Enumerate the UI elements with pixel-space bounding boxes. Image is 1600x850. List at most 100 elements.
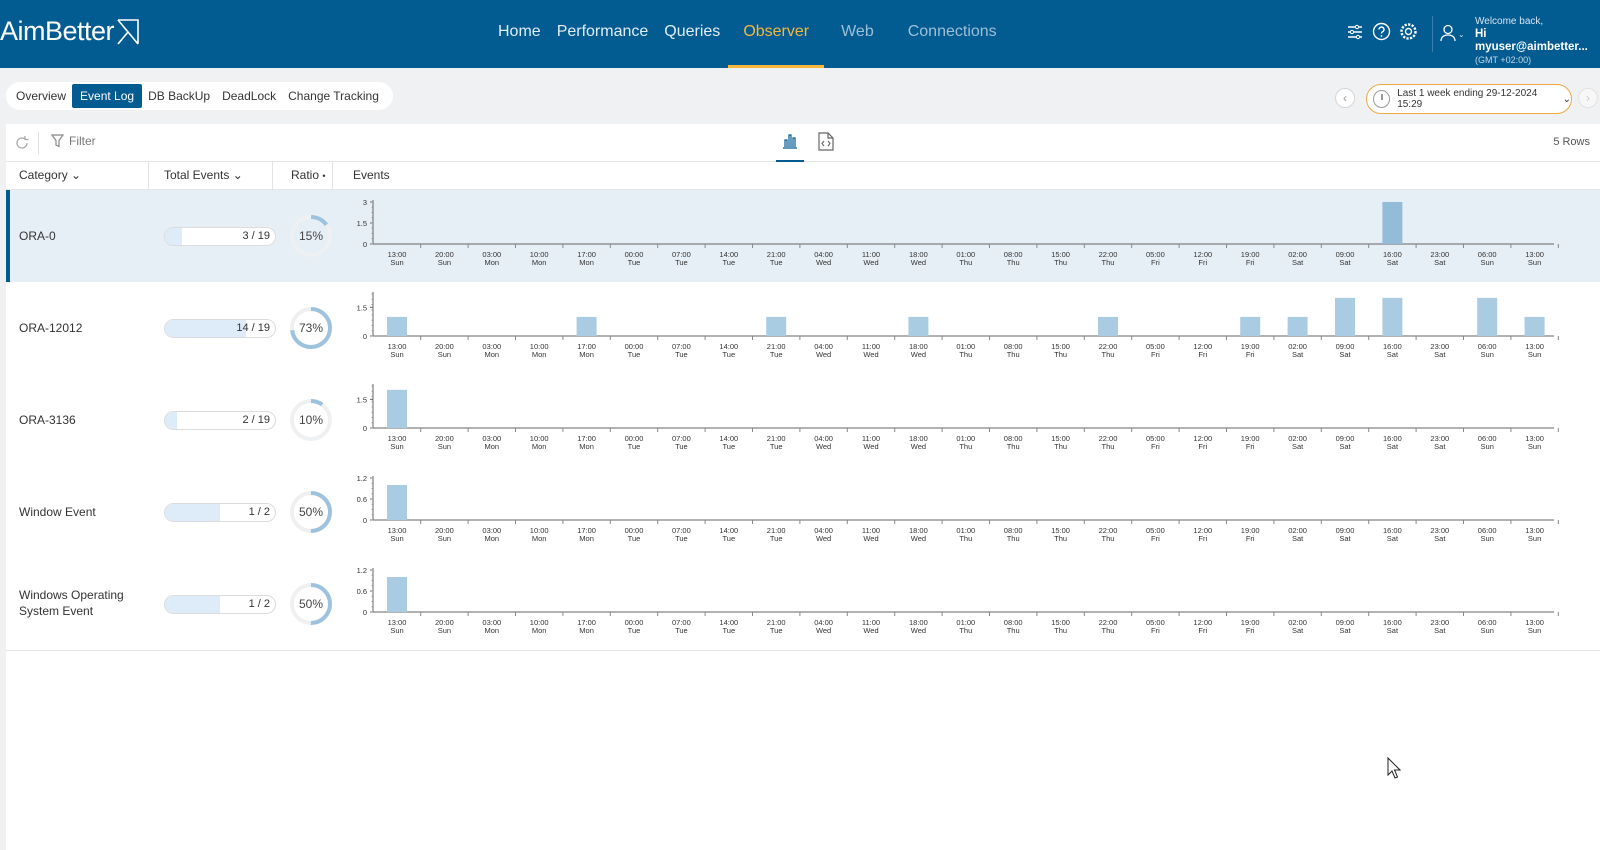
x-tick-day: Wed <box>863 534 878 543</box>
y-tick-label: 0 <box>363 516 367 525</box>
x-tick-day: Tue <box>675 626 688 635</box>
gear-icon[interactable] <box>1399 22 1418 46</box>
x-tick-day: Thu <box>1007 442 1020 451</box>
export-view-button[interactable] <box>818 132 840 160</box>
event-bar[interactable] <box>387 577 407 612</box>
x-tick-day: Sun <box>1481 534 1494 543</box>
nav-home[interactable]: Home <box>490 0 549 68</box>
events-chart: 3 1.5 0 13:00 Sun 20:00 Sun 03:00 Mon 10:00 Mon 17:… <box>351 190 1559 283</box>
x-tick-day: Tue <box>770 350 783 359</box>
header-ratio[interactable]: Ratio • <box>291 162 326 190</box>
x-tick-day: Thu <box>1007 258 1020 267</box>
tab-db-backup[interactable]: DB BackUp <box>142 84 216 108</box>
x-tick-day: Sun <box>1481 442 1494 451</box>
x-tick-day: Thu <box>1007 350 1020 359</box>
table-row[interactable]: ORA-3136 2 / 19 10% 1.5 0 13:00 Sun 20:00 Sun 03:… <box>6 374 1600 467</box>
header-events: Events <box>353 168 390 182</box>
x-tick-day: Sat <box>1434 534 1446 543</box>
user-menu-chevron-icon[interactable]: ⌄ <box>1458 30 1465 39</box>
x-tick-day: Mon <box>579 350 594 359</box>
events-chart-svg: 31.5013:00Sun20:00Sun03:00Mon10:00Mon17:… <box>357 198 1559 267</box>
event-bar[interactable] <box>387 389 407 428</box>
x-tick-day: Mon <box>579 534 594 543</box>
x-tick-day: Mon <box>579 442 594 451</box>
table-row[interactable]: ORA-0 3 / 19 15% 3 1.5 0 13:00 Sun 20:00 Sun 03:00… <box>6 190 1600 283</box>
sliders-icon[interactable] <box>1346 23 1364 46</box>
event-bar[interactable] <box>766 316 787 336</box>
nav-web[interactable]: Web <box>824 0 891 68</box>
range-next-button[interactable]: › <box>1578 88 1598 108</box>
user-welcome[interactable]: Welcome back, Hi myuser@aimbetter... (GM… <box>1475 15 1600 67</box>
x-tick-day: Sun <box>1481 626 1494 635</box>
event-bar[interactable] <box>1098 316 1118 336</box>
x-tick-day: Fri <box>1151 534 1160 543</box>
ratio-ring: 10% <box>289 398 333 442</box>
tab-change-tracking[interactable]: Change Tracking <box>282 84 385 108</box>
time-range-selector[interactable]: Last 1 week ending 29-12-2024 15:29 ⌄ <box>1366 84 1572 114</box>
x-tick-day: Tue <box>675 258 688 267</box>
table-row[interactable]: Window Event 1 / 2 50% 1.2 0.6 0 13:00 Sun 20:00… <box>6 466 1600 559</box>
event-bar[interactable] <box>1477 297 1498 336</box>
x-tick-day: Fri <box>1151 626 1160 635</box>
nav-observer[interactable]: Observer <box>728 0 825 68</box>
tab-overview[interactable]: Overview <box>10 84 72 108</box>
filter-input[interactable]: Filter <box>51 134 96 148</box>
column-divider <box>148 162 149 190</box>
event-bar[interactable] <box>1382 202 1403 244</box>
event-bar[interactable] <box>1335 297 1355 336</box>
tab-event-log[interactable]: Event Log <box>72 84 143 108</box>
table-row[interactable]: Windows Operating System Event 1 / 2 50% 1.… <box>6 558 1600 651</box>
total-events-fill <box>165 228 183 245</box>
x-tick-day: Fri <box>1246 258 1255 267</box>
table-toolbar: Filter 5 Rows <box>6 124 1600 162</box>
x-tick-day: Mon <box>485 534 500 543</box>
event-bar[interactable] <box>1240 316 1261 336</box>
row-category: Window Event <box>19 505 96 519</box>
nav-performance[interactable]: Performance <box>549 0 657 68</box>
user-icon[interactable] <box>1440 24 1456 47</box>
logo[interactable]: AimBetter <box>0 16 140 47</box>
help-icon[interactable] <box>1372 22 1391 46</box>
refresh-icon[interactable] <box>14 135 30 156</box>
x-tick-day: Fri <box>1151 350 1160 359</box>
event-bar[interactable] <box>387 485 407 520</box>
x-tick-day: Sat <box>1292 350 1304 359</box>
event-bar[interactable] <box>1524 316 1545 336</box>
header-total-events[interactable]: Total Events ⌄ <box>164 162 243 190</box>
row-category: ORA-12012 <box>19 321 83 335</box>
ratio-text: 50% <box>298 505 324 519</box>
header-category[interactable]: Category ⌄ <box>19 162 81 190</box>
nav-queries[interactable]: Queries <box>656 0 728 68</box>
header-category-label: Category <box>19 168 68 182</box>
event-bar[interactable] <box>1382 297 1403 336</box>
tab-deadlock[interactable]: DeadLock <box>216 84 282 108</box>
event-bar[interactable] <box>908 316 929 336</box>
event-bar[interactable] <box>387 316 407 336</box>
y-tick-label: 0 <box>363 608 367 617</box>
x-tick-day: Thu <box>959 350 972 359</box>
x-tick-day: Sat <box>1387 258 1399 267</box>
total-events-bar: 14 / 19 <box>164 319 276 338</box>
x-tick-day: Wed <box>816 534 831 543</box>
x-tick-day: Sun <box>390 442 403 451</box>
x-tick-day: Fri <box>1198 534 1207 543</box>
x-tick-day: Sun <box>1528 626 1541 635</box>
event-bar[interactable] <box>1287 316 1308 336</box>
x-tick-day: Thu <box>959 534 972 543</box>
event-bar[interactable] <box>576 316 597 336</box>
nav-connections[interactable]: Connections <box>891 0 1014 68</box>
sub-tabs: Overview Event Log DB BackUp DeadLock Change… <box>6 82 393 110</box>
total-events-fill <box>165 504 220 521</box>
chart-view-button[interactable] <box>776 132 804 162</box>
x-tick-day: Sun <box>390 534 403 543</box>
table-row[interactable]: ORA-12012 14 / 19 73% 1.5 0 13:00 Sun 20:00 Sun 0… <box>6 282 1600 375</box>
range-prev-button[interactable]: ‹ <box>1335 88 1355 108</box>
x-tick-day: Thu <box>959 626 972 635</box>
x-tick-day: Tue <box>675 534 688 543</box>
x-tick-day: Mon <box>532 442 547 451</box>
x-tick-day: Tue <box>628 258 641 267</box>
events-chart-svg: 1.20.6013:00Sun20:00Sun03:00Mon10:00Mon1… <box>357 566 1559 635</box>
events-chart-svg: 1.5013:00Sun20:00Sun03:00Mon10:00Mon17:0… <box>357 384 1559 451</box>
x-tick-day: Thu <box>1102 534 1115 543</box>
x-tick-day: Tue <box>628 350 641 359</box>
